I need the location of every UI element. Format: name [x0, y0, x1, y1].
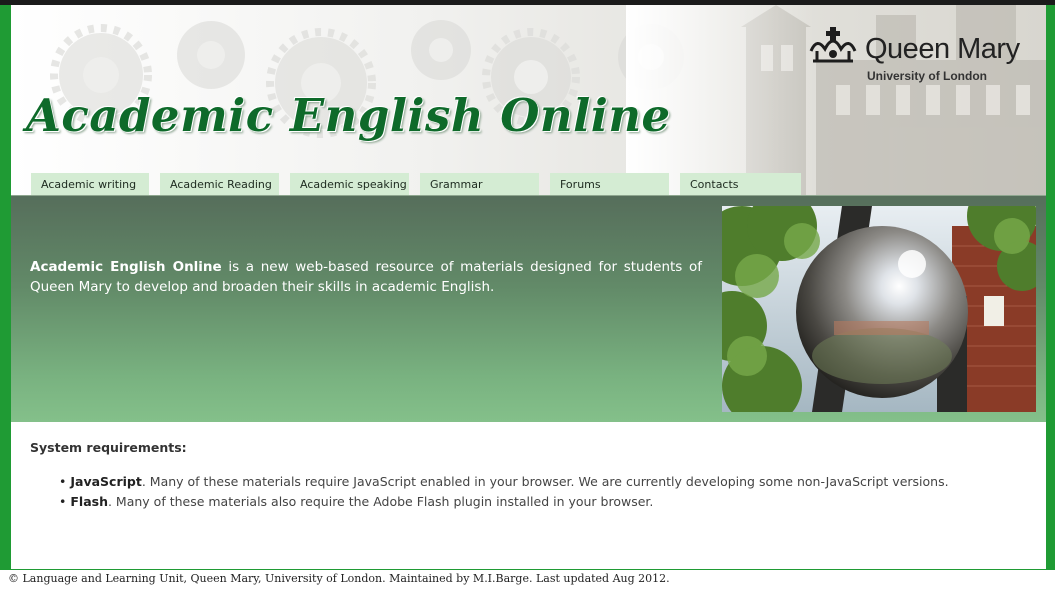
- intro-bold: Academic English Online: [30, 259, 222, 275]
- main-nav: Academic writing Academic Reading Academ…: [31, 173, 812, 195]
- requirement-text: . Many of these materials also require t…: [107, 494, 654, 509]
- list-item: • Flash. Many of these materials also req…: [59, 492, 949, 512]
- queen-mary-logo[interactable]: Queen Mary University of London: [807, 23, 1022, 87]
- reflective-sphere-sculpture-photo: [722, 206, 1036, 412]
- site-title: Academic English Online: [26, 89, 671, 142]
- list-item: • JavaScript. Many of these materials req…: [59, 472, 949, 492]
- nav-tab-academic-speaking[interactable]: Academic speaking: [290, 173, 409, 195]
- nav-tab-contacts[interactable]: Contacts: [680, 173, 801, 195]
- main-content: System requirements: • JavaScript. Many o…: [11, 422, 1046, 569]
- requirement-term: JavaScript: [70, 474, 142, 489]
- intro-banner: Academic English Online is a new web-bas…: [11, 195, 1046, 422]
- nav-tab-academic-reading[interactable]: Academic Reading: [160, 173, 279, 195]
- bullet-icon: •: [59, 474, 67, 489]
- requirement-term: Flash: [70, 494, 108, 509]
- nav-tab-academic-writing[interactable]: Academic writing: [31, 173, 149, 195]
- nav-tab-grammar[interactable]: Grammar: [420, 173, 539, 195]
- nav-tab-forums[interactable]: Forums: [550, 173, 669, 195]
- intro-text: Academic English Online is a new web-bas…: [30, 257, 702, 297]
- requirements-list: • JavaScript. Many of these materials req…: [59, 472, 949, 512]
- requirement-text: . Many of these materials require JavaSc…: [141, 474, 949, 489]
- logo-name: Queen Mary: [865, 33, 1020, 65]
- site-header: Academic English Online Queen Mary Unive…: [11, 5, 1046, 195]
- page-inner: Academic English Online Queen Mary Unive…: [11, 5, 1046, 569]
- requirements-title: System requirements:: [30, 440, 187, 455]
- page-frame: Academic English Online Queen Mary Unive…: [0, 5, 1055, 570]
- footer-text: © Language and Learning Unit, Queen Mary…: [8, 572, 670, 585]
- bullet-icon: •: [59, 494, 67, 509]
- logo-subtitle: University of London: [867, 69, 987, 83]
- crown-icon: [809, 27, 857, 63]
